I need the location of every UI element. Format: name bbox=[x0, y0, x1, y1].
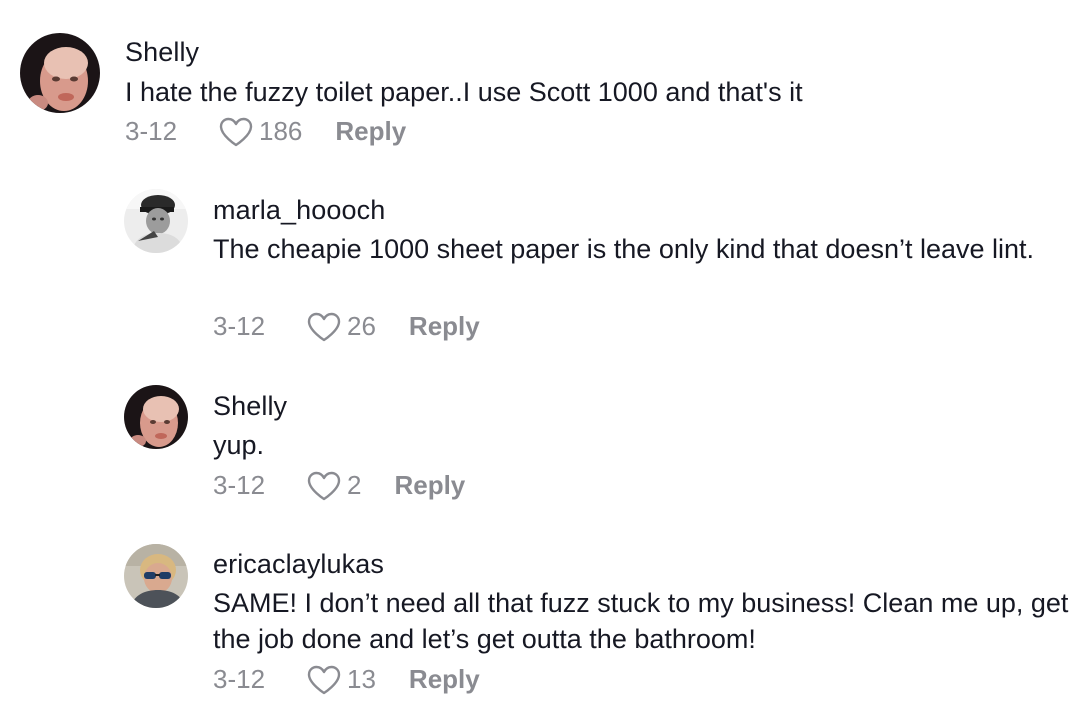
comment-text: The cheapie 1000 sheet paper is the only… bbox=[213, 234, 1035, 264]
heart-icon bbox=[219, 117, 253, 146]
comment-text: yup. bbox=[213, 430, 265, 460]
reply-button[interactable]: Reply bbox=[335, 116, 406, 147]
avatar[interactable] bbox=[124, 385, 188, 449]
reply-button[interactable]: Reply bbox=[409, 311, 480, 342]
comment-text: SAME! I don’t need all that fuzz stuck t… bbox=[213, 588, 1069, 654]
heart-icon bbox=[307, 665, 341, 694]
comment-meta: 3-12 26 Reply bbox=[213, 311, 480, 342]
comment-date: 3-12 bbox=[125, 116, 178, 146]
avatar[interactable] bbox=[124, 189, 188, 253]
profile-photo-icon bbox=[124, 189, 188, 253]
like-button[interactable]: 26 bbox=[307, 311, 376, 342]
comment-username[interactable]: Shelly bbox=[213, 391, 287, 422]
profile-photo-icon bbox=[20, 33, 100, 113]
like-button[interactable]: 13 bbox=[307, 664, 376, 695]
reply-button[interactable]: Reply bbox=[409, 664, 480, 695]
reply-button[interactable]: Reply bbox=[394, 470, 465, 501]
comment-date: 3-12 bbox=[213, 470, 266, 500]
avatar[interactable] bbox=[20, 33, 100, 113]
like-count: 2 bbox=[347, 470, 362, 500]
comment-username[interactable]: ericaclaylukas bbox=[213, 549, 384, 580]
like-button[interactable]: 2 bbox=[307, 470, 361, 501]
comment-date: 3-12 bbox=[213, 664, 266, 694]
comment-username[interactable]: Shelly bbox=[125, 37, 199, 68]
avatar[interactable] bbox=[124, 544, 188, 608]
comment-meta: 3-12 186 Reply bbox=[125, 116, 406, 147]
profile-photo-icon bbox=[124, 544, 188, 608]
like-count: 26 bbox=[347, 311, 376, 341]
comment-meta: 3-12 13 Reply bbox=[213, 664, 480, 695]
comment-date: 3-12 bbox=[213, 311, 266, 341]
heart-icon bbox=[307, 312, 341, 341]
comment-meta: 3-12 2 Reply bbox=[213, 470, 465, 501]
like-button[interactable]: 186 bbox=[219, 116, 302, 147]
comment-username[interactable]: marla_hoooch bbox=[213, 195, 385, 226]
profile-photo-icon bbox=[124, 385, 188, 449]
like-count: 13 bbox=[347, 664, 376, 694]
like-count: 186 bbox=[259, 116, 303, 146]
comment-text: I hate the fuzzy toilet paper..I use Sco… bbox=[125, 77, 803, 107]
heart-icon bbox=[307, 471, 341, 500]
